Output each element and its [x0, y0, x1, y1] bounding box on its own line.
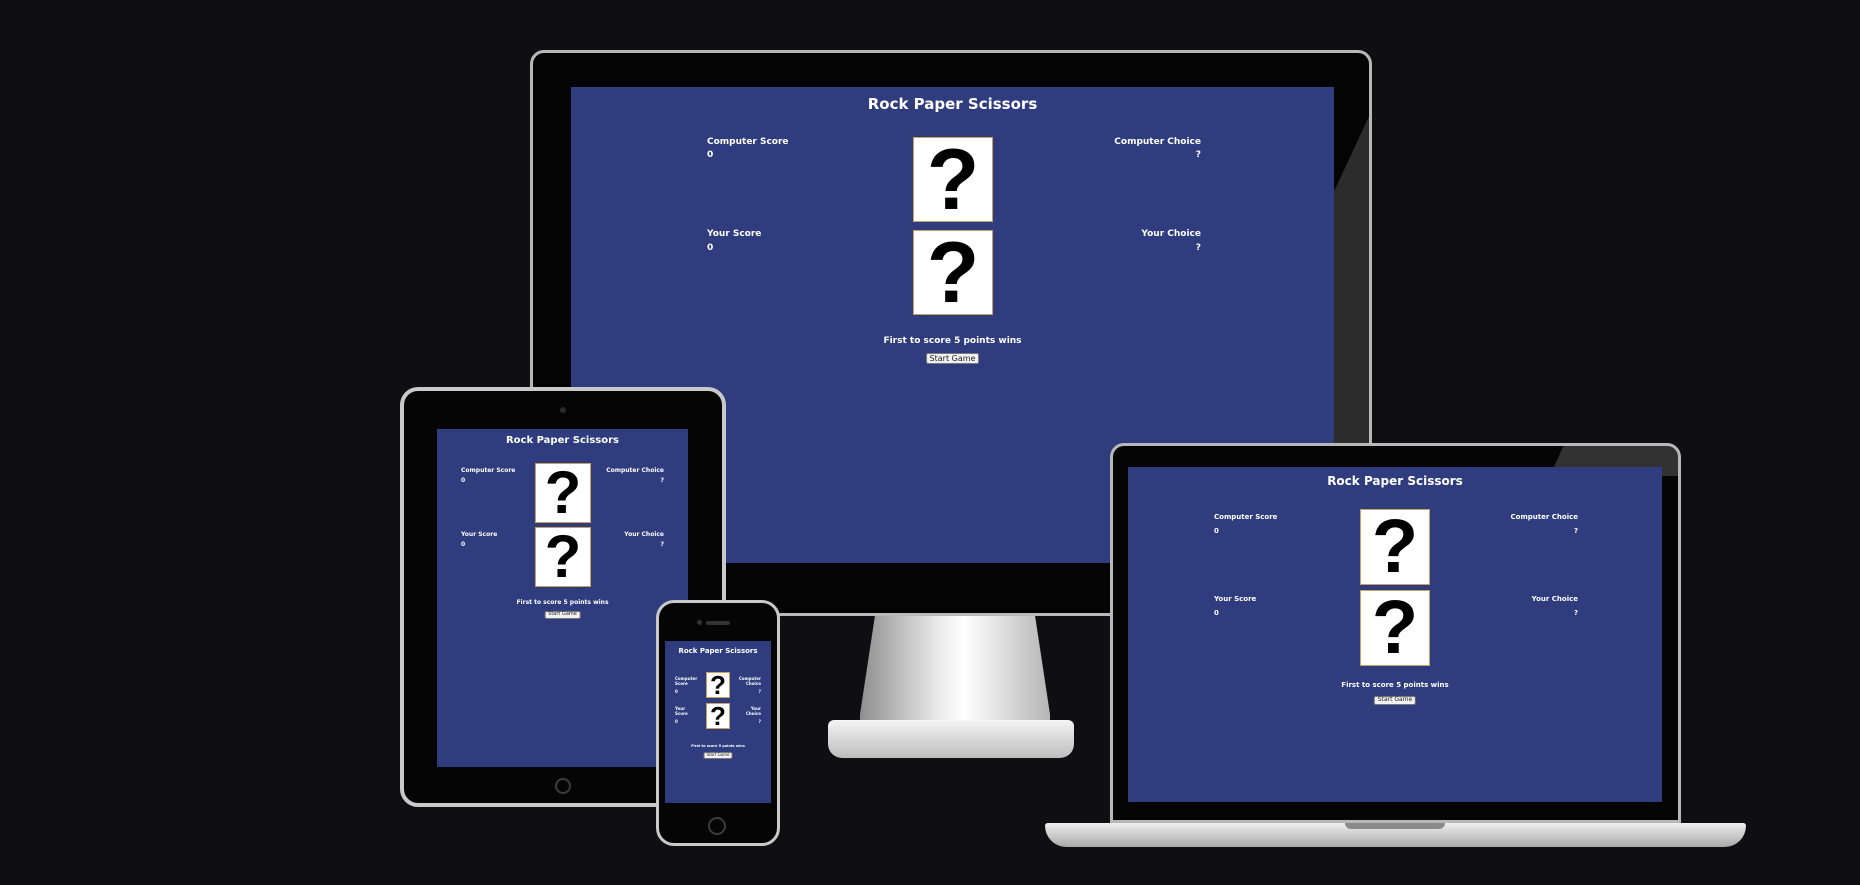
computer-choice-image: ?: [913, 137, 993, 222]
your-score-label: Your Score: [1214, 595, 1257, 603]
page-title: Rock Paper Scissors: [505, 435, 619, 446]
your-choice-image: ?: [1360, 590, 1430, 666]
page-title: Rock Paper Scissors: [678, 647, 758, 655]
phone-speaker-icon: [706, 621, 730, 625]
your-score-label: Your Score: [707, 229, 762, 239]
computer-choice-value: ?: [758, 689, 761, 694]
your-score-value: 0: [461, 541, 466, 548]
start-game-button[interactable]: Start Game: [544, 611, 581, 619]
computer-choice-value: ?: [1195, 150, 1201, 160]
your-choice-label: Your Choice: [1531, 595, 1578, 603]
phone-screen: Rock Paper Scissors Computer Score 0 Com…: [665, 641, 771, 803]
computer-choice-label: Computer Choice: [738, 676, 761, 687]
your-choice-image: ?: [913, 230, 993, 315]
your-choice-value: ?: [660, 541, 664, 548]
your-choice-label: Your Choice: [1141, 229, 1201, 239]
rule-text: First to score 5 points wins: [1341, 681, 1449, 689]
computer-score-value: 0: [461, 477, 466, 484]
question-mark-icon: ?: [544, 527, 582, 587]
question-mark-icon: ?: [544, 463, 582, 523]
computer-score-value: 0: [675, 689, 678, 694]
computer-score-label: Computer Score: [1214, 513, 1278, 521]
computer-score-value: 0: [707, 150, 714, 160]
computer-score-label: Computer Score: [461, 467, 516, 474]
your-choice-label: Your Choice: [624, 531, 664, 538]
your-choice-image: ?: [706, 703, 730, 729]
computer-choice-image: ?: [1360, 509, 1430, 585]
start-game-button[interactable]: Start Game: [1373, 696, 1417, 705]
computer-choice-image: ?: [535, 463, 591, 523]
laptop-screen: Rock Paper Scissors Computer Score 0 Com…: [1128, 467, 1662, 802]
your-choice-value: ?: [1195, 243, 1201, 253]
computer-score-label: Computer Score: [707, 137, 789, 147]
page-title: Rock Paper Scissors: [867, 95, 1038, 113]
tablet-screen: Rock Paper Scissors Computer Score 0 Com…: [437, 429, 688, 767]
your-score-value: 0: [1214, 609, 1219, 617]
tablet-camera-icon: [560, 407, 566, 413]
tablet-home-button-icon: [555, 778, 571, 794]
computer-choice-value: ?: [1573, 527, 1578, 535]
rule-text: First to score 5 points wins: [883, 336, 1022, 346]
phone-home-button-icon: [708, 817, 726, 835]
computer-score-value: 0: [1214, 527, 1219, 535]
question-mark-icon: ?: [926, 137, 980, 222]
page-title: Rock Paper Scissors: [1327, 474, 1463, 488]
laptop-app: Rock Paper Scissors Computer Score 0 Com…: [1128, 467, 1662, 802]
question-mark-icon: ?: [926, 230, 980, 315]
monitor-stand-base: [828, 720, 1074, 758]
question-mark-icon: ?: [710, 672, 726, 698]
your-choice-label: Your Choice: [746, 706, 761, 717]
rule-text: First to score 5 points wins: [516, 599, 609, 606]
your-score-label: Your Score: [675, 706, 688, 717]
computer-choice-label: Computer Choice: [606, 467, 664, 474]
your-choice-value: ?: [1573, 609, 1578, 617]
computer-choice-image: ?: [706, 672, 730, 698]
computer-choice-label: Computer Choice: [1510, 513, 1578, 521]
your-choice-image: ?: [535, 527, 591, 587]
your-score-value: 0: [675, 719, 678, 724]
monitor-stand: [860, 614, 1050, 732]
laptop-notch: [1345, 823, 1445, 829]
question-mark-icon: ?: [1371, 509, 1419, 585]
question-mark-icon: ?: [1371, 590, 1419, 666]
computer-choice-value: ?: [660, 477, 664, 484]
rule-text: First to score 5 points wins: [691, 744, 745, 748]
start-game-button[interactable]: Start Game: [925, 353, 980, 365]
question-mark-icon: ?: [710, 703, 726, 729]
phone-camera-icon: [697, 620, 702, 625]
your-score-label: Your Score: [461, 531, 498, 538]
your-score-value: 0: [707, 243, 714, 253]
tablet-app: Rock Paper Scissors Computer Score 0 Com…: [437, 429, 688, 767]
computer-choice-label: Computer Choice: [1114, 137, 1201, 147]
phone-app: Rock Paper Scissors Computer Score 0 Com…: [665, 641, 771, 803]
start-game-button[interactable]: Start Game: [703, 752, 733, 759]
computer-score-label: Computer Score: [675, 676, 698, 687]
your-choice-value: ?: [758, 719, 761, 724]
